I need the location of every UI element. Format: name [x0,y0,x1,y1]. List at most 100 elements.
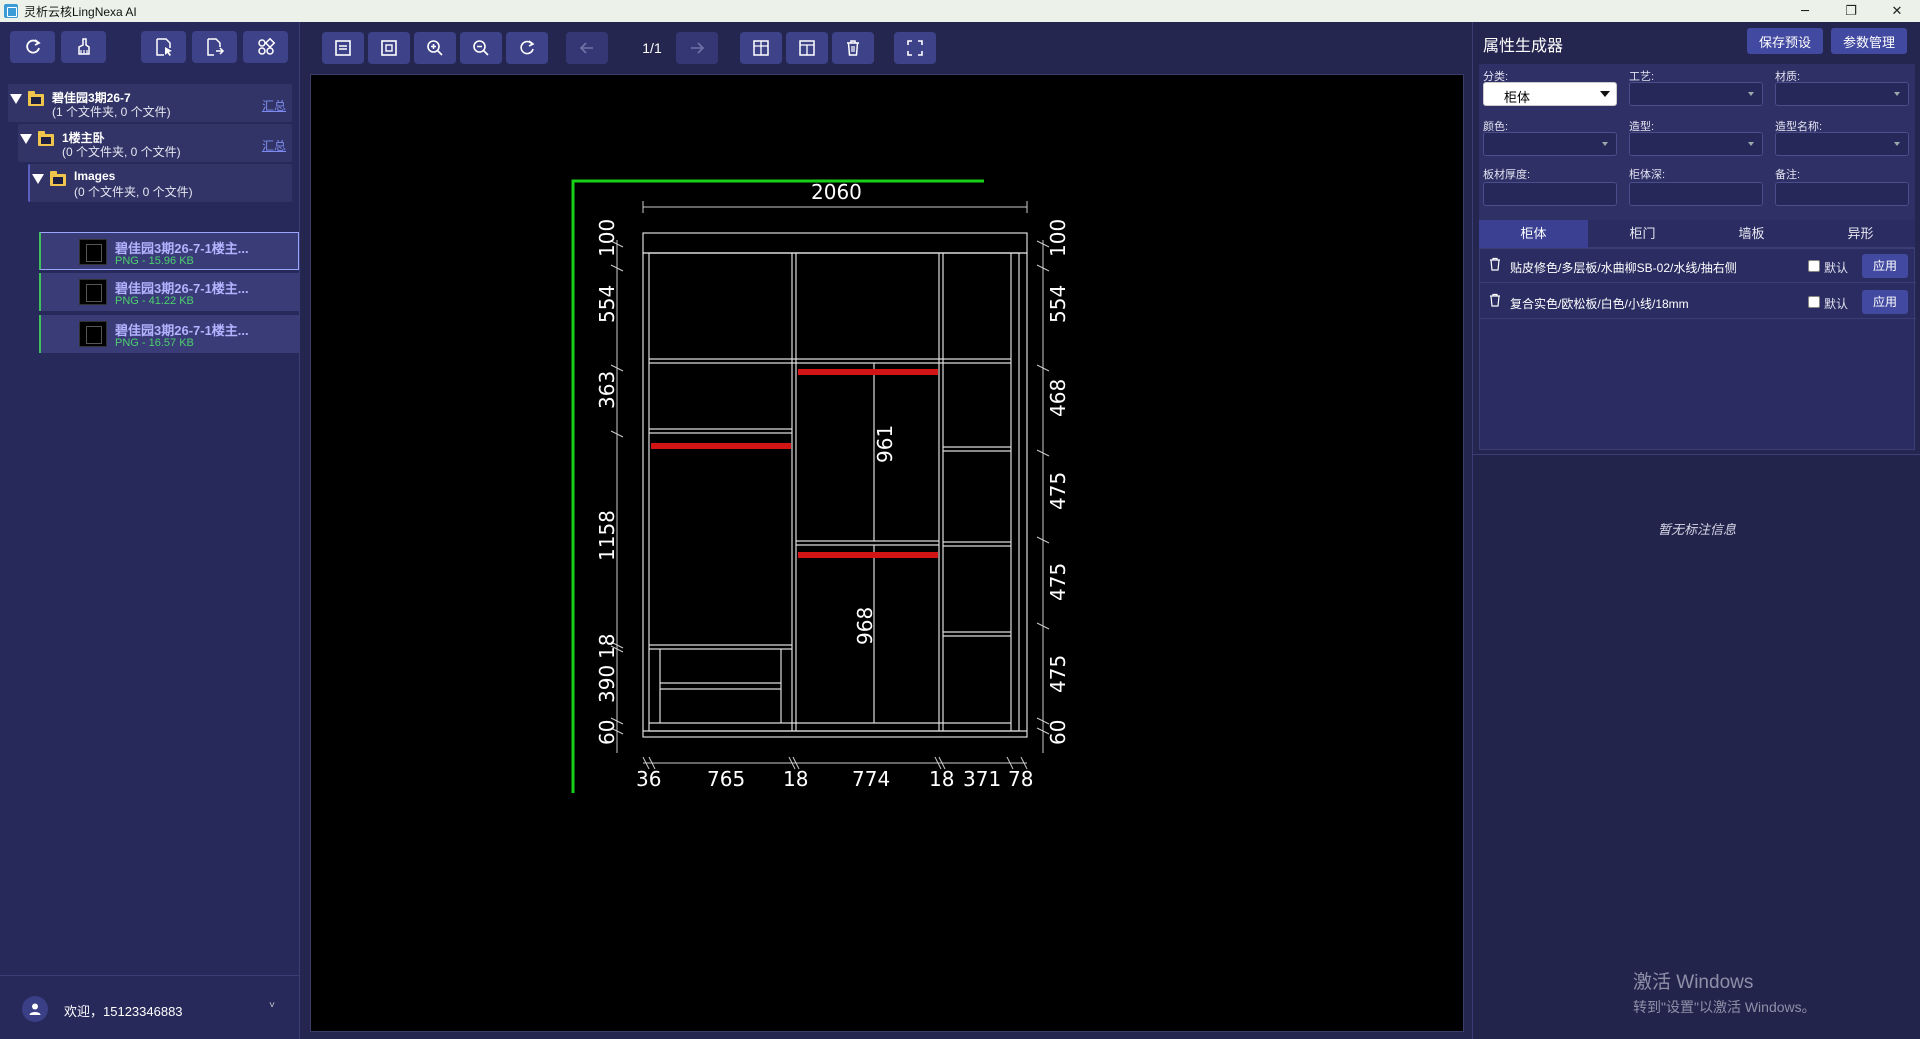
dim-middle-1: 968 [853,607,877,645]
dim-left-5: 390 [595,665,619,703]
dim-left-4: 18 [595,634,619,659]
fullscreen-button[interactable] [894,32,936,64]
avatar[interactable] [22,996,48,1022]
export-file-button[interactable] [192,31,237,63]
param-manage-button[interactable]: 参数管理 [1831,28,1907,54]
minimize-button[interactable]: ─ [1782,0,1828,22]
dim-bottom-6: 78 [1008,767,1033,791]
image-border [571,179,984,793]
folder-icon [38,131,54,146]
select-file-icon [155,38,172,56]
cabinet-tool-button[interactable] [740,32,782,64]
tree-folder-count: (0 个文件夹, 0 个文件) [62,145,181,159]
panel-title: 属性生成器 [1483,38,1564,55]
select-file-button[interactable] [141,31,186,63]
summary-link[interactable]: 汇总 [262,97,286,114]
dim-right-5: 475 [1046,655,1070,693]
zoom-out-button[interactable] [460,32,502,64]
windows-activation-watermark: 激活 Windows 转到"设置"以激活 Windows。 [1633,967,1816,1017]
panel-icon [799,40,815,56]
expand-arrow-icon[interactable] [32,174,44,184]
dim-middle-0: 961 [873,425,897,463]
tab-cabinet[interactable]: 柜体 [1479,220,1588,248]
fit-page-button[interactable] [322,32,364,64]
trash-icon[interactable] [1488,293,1502,307]
board-thickness-input[interactable] [1483,182,1617,206]
trash-icon[interactable] [1488,257,1502,271]
user-icon [29,1003,41,1015]
trash-icon [847,40,859,56]
actual-size-button[interactable] [368,32,410,64]
chevron-down-icon [1602,142,1608,146]
dim-left-0: 100 [595,219,619,257]
zoom-out-icon [473,40,489,56]
chevron-down-icon [1748,142,1754,146]
default-checkbox[interactable] [1808,260,1820,272]
dim-right-2: 468 [1046,379,1070,417]
category-tabs: 柜体 柜门 墙板 异形 [1479,220,1915,248]
restore-button[interactable]: ❐ [1828,0,1874,22]
file-tree-panel: 碧佳园3期26-7 (1 个文件夹, 0 个文件) 汇总 1楼主卧 (0 个文件… [0,22,300,1039]
tree-file-item[interactable]: 碧佳园3期26-7-1楼主... PNG - 16.57 KB [39,315,299,353]
tree-folder-name: Images [74,169,116,183]
image-thumbnail [79,321,107,347]
dim-left-2: 363 [595,371,619,409]
file-meta: PNG - 16.57 KB [115,337,194,349]
apps-button[interactable] [243,31,288,63]
panel-tool-button[interactable] [786,32,828,64]
image-thumbnail [79,279,107,305]
dim-bottom-5: 371 [963,767,1001,791]
dim-left-3: 1158 [595,510,619,561]
category-select[interactable]: 柜体 [1483,82,1617,106]
summary-link[interactable]: 汇总 [262,137,286,154]
category-value: 柜体 [1504,90,1531,105]
dim-left-6: 60 [595,720,619,745]
shape-name-select[interactable] [1775,132,1909,156]
empty-annotation-text: 暂无标注信息 [1657,522,1736,537]
tree-file-item[interactable]: 碧佳园3期26-7-1楼主... PNG - 15.96 KB [39,232,299,270]
dim-right-4: 475 [1046,563,1070,601]
dim-bottom-1: 765 [707,767,745,791]
remark-input[interactable] [1775,182,1909,206]
clean-button[interactable] [61,31,106,63]
tab-door[interactable]: 柜门 [1588,220,1697,248]
cabinet-outline [642,232,1028,738]
apply-button[interactable]: 应用 [1862,254,1908,278]
arrow-right-icon [691,42,705,54]
tree-folder-root[interactable]: 碧佳园3期26-7 (1 个文件夹, 0 个文件) 汇总 [8,84,292,122]
delete-button[interactable] [832,32,874,64]
viewer-toolbar: 1/1 [302,22,1470,76]
chevron-down-icon [1894,142,1900,146]
drawing-canvas[interactable]: 2060 100 554 363 1158 18 390 60 100 554 … [310,74,1464,1032]
material-select[interactable] [1775,82,1909,106]
close-button[interactable]: ✕ [1874,0,1920,22]
tree-file-item[interactable]: 碧佳园3期26-7-1楼主... PNG - 41.22 KB [39,273,299,311]
image-thumbnail [79,239,107,265]
zoom-in-button[interactable] [414,32,456,64]
cabinet-icon [753,40,769,56]
tab-special-shape[interactable]: 异形 [1806,220,1915,248]
previous-page-button[interactable] [566,32,608,64]
arrow-left-icon [579,42,593,54]
expand-arrow-icon[interactable] [10,94,22,104]
actual-size-icon [381,40,397,56]
tree-folder-level1[interactable]: 1楼主卧 (0 个文件夹, 0 个文件) 汇总 [18,124,292,162]
default-label: 默认 [1824,261,1849,275]
dim-right-3: 475 [1046,472,1070,510]
cabinet-depth-input[interactable] [1629,182,1763,206]
next-page-button[interactable] [676,32,718,64]
chevron-down-icon[interactable]: ˅ [269,1000,275,1011]
tab-wall-panel[interactable]: 墙板 [1697,220,1806,248]
color-select[interactable] [1483,132,1617,156]
user-bar[interactable]: 欢迎，15123346883 ˅ [0,975,300,1039]
shape-select[interactable] [1629,132,1763,156]
rotate-button[interactable] [506,32,548,64]
save-preset-button[interactable]: 保存预设 [1747,28,1823,54]
tree-folder-images[interactable]: Images (0 个文件夹, 0 个文件) [28,164,292,202]
default-checkbox[interactable] [1808,296,1820,308]
apply-button[interactable]: 应用 [1862,290,1908,314]
refresh-button[interactable] [10,31,55,63]
expand-arrow-icon[interactable] [20,134,32,144]
craft-select[interactable] [1629,82,1763,106]
title-bar: 灵析云核LingNexa AI ─ ❐ ✕ [0,0,1920,22]
